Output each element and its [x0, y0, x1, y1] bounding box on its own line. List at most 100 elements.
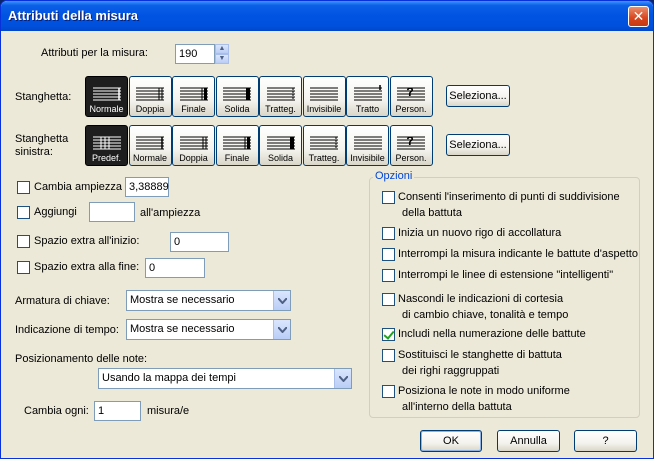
- option-label: Consenti l'inserimento di punti di suddi…: [398, 191, 620, 203]
- options-group-title: Opzioni: [373, 170, 415, 182]
- option-checkbox[interactable]: [382, 191, 395, 204]
- barline-option-solida[interactable]: Solida: [215, 76, 259, 117]
- time-signature-label: Indicazione di tempo:: [15, 324, 119, 336]
- left-barline-option-invisibile[interactable]: Invisibile: [346, 125, 389, 166]
- option-label: Interrompi la misura indicante le battut…: [398, 248, 638, 260]
- option-label-continued: della battuta: [402, 207, 462, 219]
- ok-button[interactable]: OK: [420, 430, 482, 452]
- left-barline-label-2: sinistra:: [15, 146, 53, 158]
- barline-option-person[interactable]: ? Person.: [389, 76, 433, 117]
- barline-option-invisibile[interactable]: Invisibile: [302, 76, 346, 117]
- change-width-checkbox[interactable]: [17, 181, 30, 194]
- option-checkbox[interactable]: [382, 269, 395, 282]
- barline-option-label: Person.: [395, 104, 427, 114]
- left-barline-option-label: Person.: [395, 153, 427, 163]
- measure-number-label: Attributi per la misura:: [41, 47, 148, 59]
- key-signature-label: Armatura di chiave:: [15, 295, 110, 307]
- key-signature-select[interactable]: Mostra se necessario: [126, 290, 291, 311]
- option-label: Inizia un nuovo rigo di accollatura: [398, 227, 562, 239]
- person-barline-icon: ?: [395, 81, 427, 106]
- barline-option-tratto[interactable]: Tratto: [346, 76, 389, 117]
- close-icon: ✕: [632, 8, 645, 24]
- change-every-input[interactable]: 1: [94, 401, 141, 421]
- doppia-barline-icon: [134, 81, 166, 106]
- barline-option-label: Normale: [89, 104, 124, 114]
- option-label: Includi nella numerazione delle battute: [398, 328, 586, 340]
- solida-barline-icon: [221, 81, 253, 106]
- option-checkbox[interactable]: [382, 293, 395, 306]
- note-positioning-value: Usando la mappa dei tempi: [102, 372, 236, 384]
- option-label-continued: di cambio chiave, tonalità e tempo: [402, 309, 569, 321]
- add-checkbox[interactable]: [17, 206, 30, 219]
- extra-end-input[interactable]: 0: [145, 258, 205, 278]
- change-width-label: Cambia ampiezza: [34, 181, 123, 193]
- left-barline-option-solida[interactable]: Solida: [259, 125, 302, 166]
- barline-option-label: Solida: [224, 104, 250, 114]
- extra-start-input[interactable]: 0: [170, 232, 229, 252]
- spin-up-icon[interactable]: ▲: [215, 44, 229, 54]
- extra-end-label: Spazio extra alla fine:: [34, 261, 140, 273]
- add-suffix: all'ampiezza: [140, 207, 201, 219]
- barline-option-label: Finale: [181, 104, 206, 114]
- time-signature-value: Mostra se necessario: [130, 323, 235, 335]
- option-checkbox[interactable]: [382, 385, 395, 398]
- solida-barline-icon: [265, 130, 297, 155]
- option-label: Sostituisci le stanghette di battuta: [398, 349, 562, 361]
- barline-option-normale[interactable]: Normale: [85, 76, 128, 117]
- chevron-down-icon[interactable]: [334, 369, 351, 388]
- dialog-window: Attributi della misura ✕ Attributi per l…: [0, 0, 654, 459]
- barline-option-tratteg[interactable]: Tratteg.: [259, 76, 302, 117]
- extra-end-checkbox[interactable]: [17, 261, 30, 274]
- left-barline-select-button[interactable]: Seleziona...: [446, 134, 510, 156]
- normale-barline-icon: [134, 130, 166, 155]
- extra-start-label: Spazio extra all'inizio:: [34, 235, 140, 247]
- normale-barline-icon: [91, 81, 123, 106]
- left-barline-option-normale[interactable]: Normale: [128, 125, 172, 166]
- left-barline-option-label: Tratteg.: [308, 153, 340, 163]
- barline-option-label: Tratteg.: [265, 104, 296, 114]
- barline-option-label: Doppia: [135, 104, 165, 114]
- svg-text:?: ?: [406, 134, 413, 148]
- option-checkbox[interactable]: [382, 227, 395, 240]
- barline-select-button[interactable]: Seleziona...: [446, 85, 510, 107]
- svg-text:?: ?: [406, 85, 413, 99]
- measure-number-input[interactable]: 190: [175, 44, 215, 64]
- option-checkbox[interactable]: [382, 248, 395, 261]
- tratteg-barline-icon: [265, 81, 297, 106]
- chevron-down-icon[interactable]: [273, 291, 290, 310]
- help-button[interactable]: ?: [574, 430, 637, 452]
- extra-start-checkbox[interactable]: [17, 235, 30, 248]
- spin-down-icon[interactable]: ▼: [215, 54, 229, 64]
- left-barline-option-person[interactable]: ? Person.: [389, 125, 433, 166]
- note-positioning-select[interactable]: Usando la mappa dei tempi: [98, 368, 352, 389]
- window-title: Attributi della misura: [8, 8, 139, 23]
- left-barline-option-predef[interactable]: Predef.: [85, 125, 128, 166]
- close-button[interactable]: ✕: [628, 6, 649, 27]
- predef-barline-icon: [91, 130, 123, 155]
- title-bar[interactable]: Attributi della misura ✕: [1, 1, 653, 31]
- chevron-down-icon[interactable]: [273, 320, 290, 339]
- measure-number-spinner[interactable]: ▲ ▼: [215, 44, 229, 64]
- add-input[interactable]: [89, 202, 135, 222]
- key-signature-value: Mostra se necessario: [130, 294, 235, 306]
- cancel-button[interactable]: Annulla: [497, 430, 560, 452]
- change-every-suffix: misura/e: [147, 405, 190, 417]
- option-label: Posiziona le note in modo uniforme: [398, 385, 570, 397]
- barline-option-finale[interactable]: Finale: [172, 76, 215, 117]
- left-barline-option-label: Finale: [224, 153, 250, 163]
- left-barline-option-label: Doppia: [179, 153, 208, 163]
- left-barline-option-label: Solida: [267, 153, 294, 163]
- finale-barline-icon: [178, 81, 210, 106]
- barline-option-label: Invisibile: [306, 104, 342, 114]
- barline-option-doppia[interactable]: Doppia: [128, 76, 172, 117]
- left-barline-option-doppia[interactable]: Doppia: [172, 125, 215, 166]
- left-barline-option-finale[interactable]: Finale: [215, 125, 259, 166]
- option-checkbox[interactable]: [382, 349, 395, 362]
- change-width-input[interactable]: 3,38889: [125, 177, 169, 197]
- option-label: Interrompi le linee di estensione "intel…: [398, 269, 614, 281]
- left-barline-option-tratteg[interactable]: Tratteg.: [302, 125, 346, 166]
- option-label-continued: dei righi raggruppati: [402, 365, 500, 377]
- time-signature-select[interactable]: Mostra se necessario: [126, 319, 291, 340]
- option-checkbox[interactable]: [382, 328, 395, 341]
- change-every-label: Cambia ogni:: [24, 405, 89, 417]
